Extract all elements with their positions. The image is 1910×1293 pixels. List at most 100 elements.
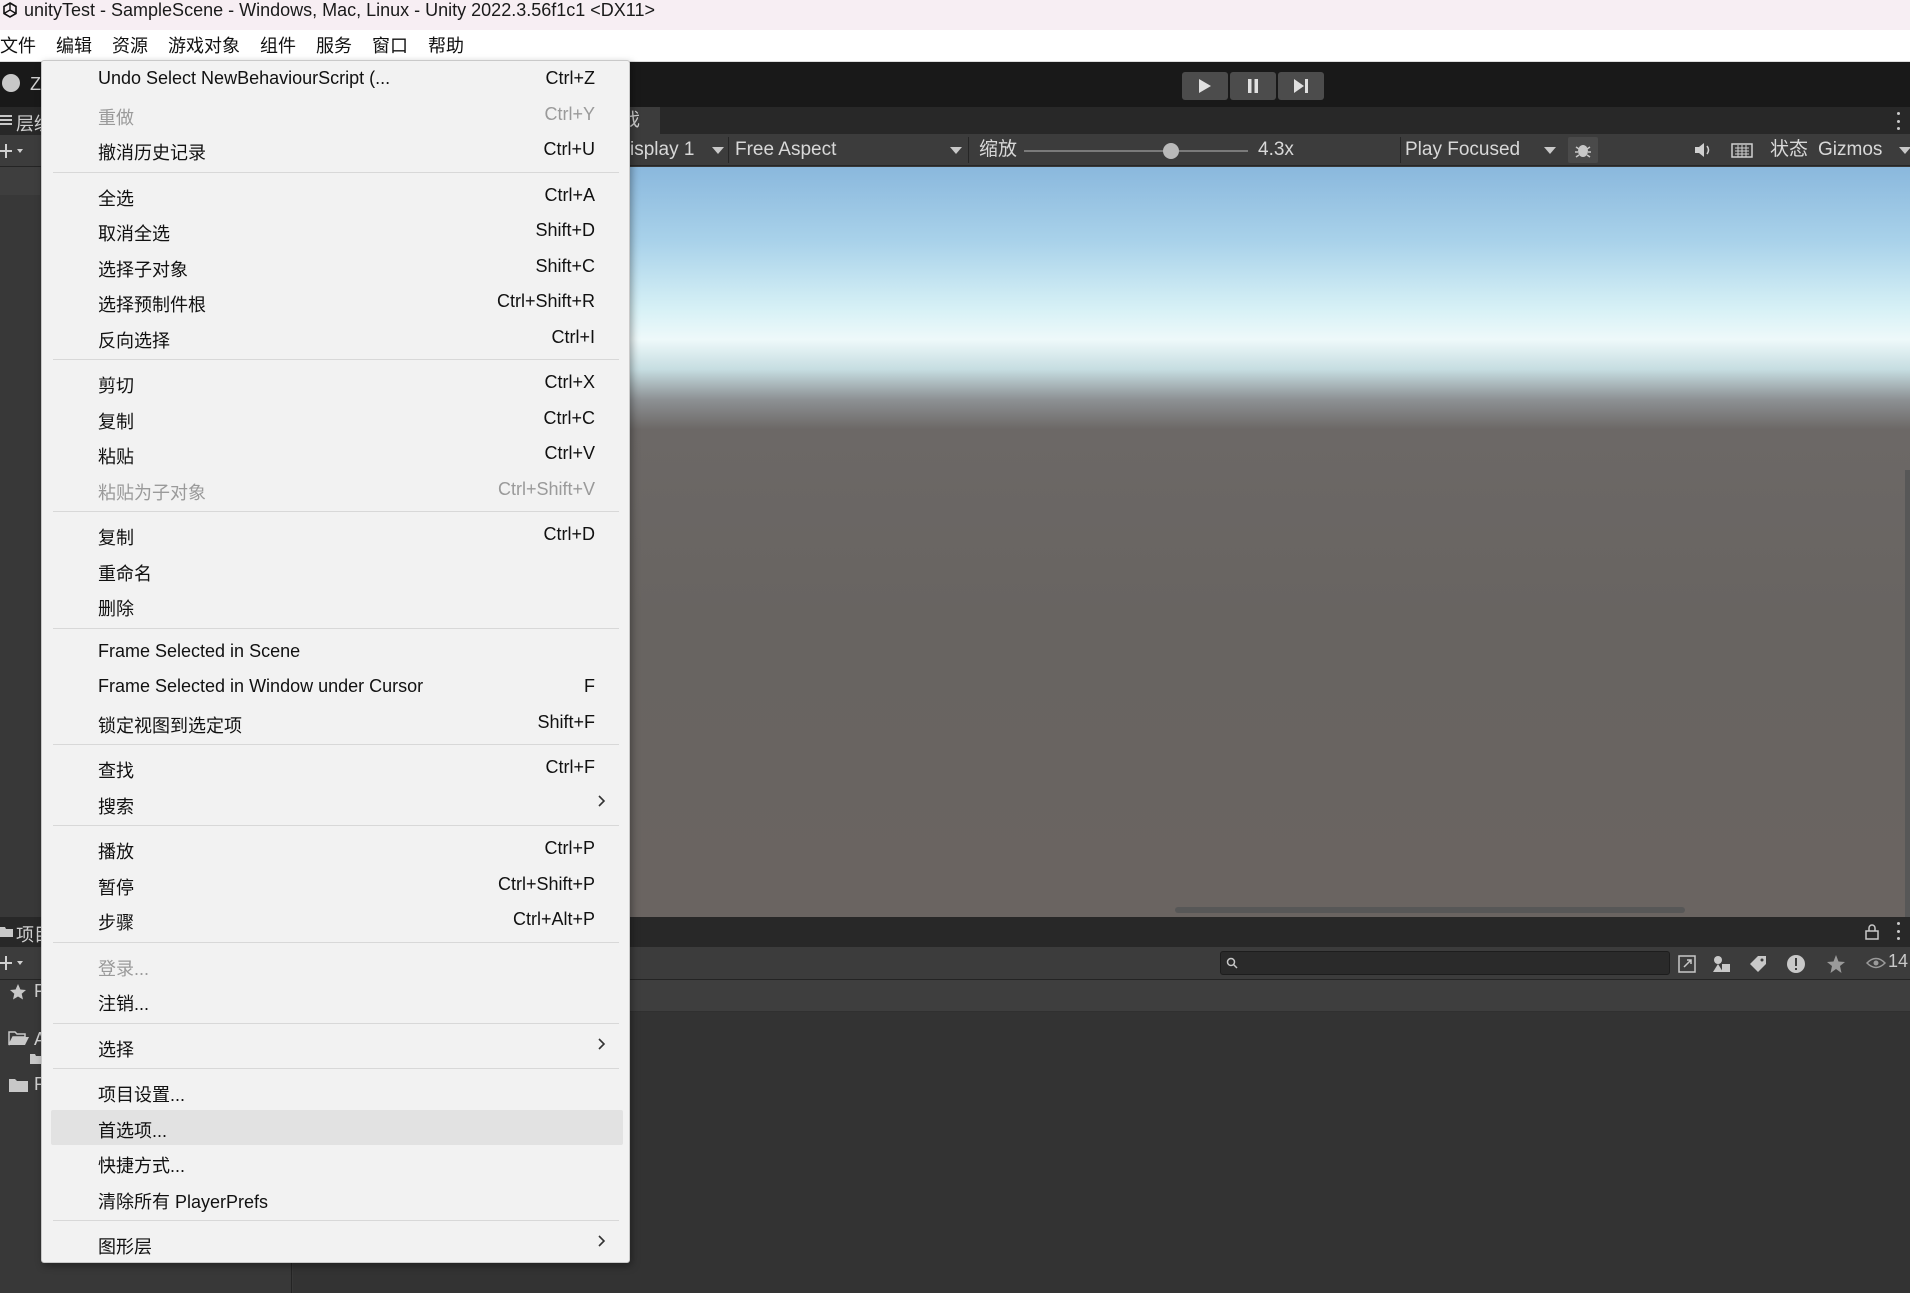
menu-item-label: 项目设置... (98, 1085, 186, 1105)
scale-label: 缩放 (979, 139, 1018, 160)
menu-item-shortcut: Ctrl+Shift+P (497, 873, 595, 894)
menu-item[interactable]: 项目设置... (51, 1074, 623, 1109)
scale-slider-track[interactable] (1024, 150, 1248, 152)
menu-item[interactable]: Frame Selected in Scene (51, 634, 623, 669)
menu-file[interactable]: 文件 (0, 32, 46, 60)
menu-item[interactable]: 快捷方式... (51, 1145, 623, 1180)
packages-folder-icon (9, 1079, 28, 1092)
vertical-scrollbar[interactable] (1905, 470, 1910, 917)
menu-separator (53, 941, 619, 943)
title-bar: unityTest - SampleScene - Windows, Mac, … (0, 0, 1910, 30)
menu-item-shortcut: F (584, 676, 595, 696)
search-by-type-icon[interactable] (1675, 952, 1701, 976)
menu-item[interactable]: 选择 (51, 1029, 623, 1064)
menu-item-label: 反向选择 (98, 330, 170, 351)
step-button[interactable] (1278, 72, 1324, 100)
menu-item[interactable]: 锁定视图到选定项 Shift+F (51, 705, 623, 740)
play-button[interactable] (1182, 72, 1228, 100)
create-dropdown-icon[interactable] (0, 955, 30, 971)
menu-edit[interactable]: 编辑 (46, 32, 102, 60)
scale-slider-handle[interactable] (1163, 143, 1179, 159)
game-view-render[interactable] (630, 167, 1910, 917)
menu-item[interactable]: 选择子对象 Shift+C (51, 249, 623, 284)
menu-item-label: 选择预制件根 (98, 295, 206, 315)
menu-item-label: 重做 (98, 107, 134, 128)
project-search-input[interactable] (1220, 951, 1670, 975)
chevron-right-icon (598, 1037, 606, 1050)
audio-icon[interactable] (1693, 141, 1713, 159)
menu-item[interactable]: 复制 Ctrl+D (51, 517, 623, 552)
menu-item[interactable]: 搜索 (51, 786, 623, 821)
warning-icon[interactable] (1783, 952, 1809, 976)
game-view-more-icon[interactable] (1895, 112, 1901, 130)
filter-type-icon[interactable] (1709, 952, 1735, 976)
horizontal-scrollbar[interactable] (1175, 907, 1685, 913)
menu-item[interactable]: 清除所有 PlayerPrefs (51, 1181, 623, 1216)
menu-item[interactable]: Frame Selected in Window under Cursor F (51, 669, 623, 704)
play-mode-dropdown[interactable]: Play Focused (1405, 134, 1520, 166)
menu-services[interactable]: 服务 (306, 32, 362, 60)
menu-item-label: 登录... (98, 958, 150, 979)
menu-item-label: 首选项... (98, 1120, 168, 1141)
menu-item-shortcut: Ctrl+X (544, 372, 595, 392)
menu-item-label: 撤消历史记录 (98, 143, 206, 163)
label-tag-icon[interactable] (1745, 952, 1771, 976)
menu-item-shortcut: Shift+C (535, 255, 595, 276)
menu-item-label: Frame Selected in Scene (98, 640, 301, 661)
menu-component[interactable]: 组件 (250, 32, 306, 60)
menu-item[interactable]: 图形层 (51, 1226, 623, 1261)
menu-item[interactable]: 注销... (51, 983, 623, 1018)
menu-separator (53, 171, 619, 173)
bug-icon (1575, 145, 1591, 158)
menu-item[interactable]: 重命名 (51, 553, 623, 588)
keyboard-icon[interactable] (1731, 141, 1753, 159)
menu-item[interactable]: 复制 Ctrl+C (51, 401, 623, 436)
menu-item[interactable]: 删除 (51, 588, 623, 623)
debug-button[interactable] (1568, 137, 1598, 163)
gizmos-button[interactable]: Gizmos (1818, 134, 1882, 166)
menu-item-label: 重命名 (98, 563, 152, 584)
menu-gameobject[interactable]: 游戏对象 (158, 32, 250, 60)
menu-assets[interactable]: 资源 (102, 32, 158, 60)
menu-item-label: 剪切 (98, 376, 134, 396)
pause-button[interactable] (1230, 72, 1276, 100)
hierarchy-scene-row[interactable] (0, 167, 40, 195)
stats-button[interactable]: 状态 (1770, 134, 1808, 166)
menu-item[interactable]: 查找 Ctrl+F (51, 750, 623, 785)
menu-separator (53, 1220, 619, 1221)
project-more-icon[interactable] (1895, 922, 1901, 940)
menu-separator (53, 627, 619, 629)
menu-item[interactable]: Undo Select NewBehaviourScript (... Ctrl+… (51, 61, 623, 96)
star-icon[interactable] (1823, 952, 1849, 976)
account-icon[interactable] (2, 74, 20, 92)
menu-item[interactable]: 选择预制件根 Ctrl+Shift+R (51, 284, 623, 319)
menu-item[interactable]: 反向选择 Ctrl+I (51, 320, 623, 355)
display-dropdown[interactable]: isplay 1 (630, 134, 694, 166)
edit-menu-dropdown: Undo Select NewBehaviourScript (... Ctrl+… (41, 60, 630, 1263)
menu-window[interactable]: 窗口 (362, 32, 418, 60)
account-button-label[interactable]: Z (30, 74, 41, 95)
aspect-dropdown[interactable]: Free Aspect (735, 134, 836, 166)
menu-item-label: 查找 (98, 761, 134, 781)
menu-item[interactable]: 暂停 Ctrl+Shift+P (51, 867, 623, 902)
menu-help[interactable]: 帮助 (418, 32, 474, 60)
menu-separator (53, 1022, 619, 1024)
menu-item[interactable]: 播放 Ctrl+P (51, 831, 623, 866)
menu-item-label: Frame Selected in Window under Cursor (98, 676, 424, 696)
menu-item[interactable]: 步骤 Ctrl+Alt+P (51, 902, 623, 937)
game-view-toolbar: isplay 1 Free Aspect 缩放 4.3x Play Focuse… (630, 134, 1910, 166)
menu-item[interactable]: 全选 Ctrl+A (51, 178, 623, 213)
menu-item[interactable]: 剪切 Ctrl+X (51, 365, 623, 400)
menu-item[interactable]: 粘贴 Ctrl+V (51, 436, 623, 471)
menu-item-label: 步骤 (98, 913, 134, 933)
menu-item-shortcut: Shift+D (535, 220, 595, 240)
eye-icon[interactable] (1866, 956, 1886, 970)
menu-item-label: 粘贴为子对象 (98, 482, 206, 503)
menu-item[interactable]: 撤消历史记录 Ctrl+U (51, 132, 623, 167)
lock-icon[interactable] (1865, 924, 1879, 940)
assets-folder-open-icon (8, 1031, 29, 1046)
menu-item-label: 取消全选 (98, 224, 170, 244)
add-dropdown-icon[interactable] (0, 143, 30, 159)
menu-item[interactable]: 首选项... (51, 1109, 623, 1145)
menu-item[interactable]: 取消全选 Shift+D (51, 213, 623, 248)
